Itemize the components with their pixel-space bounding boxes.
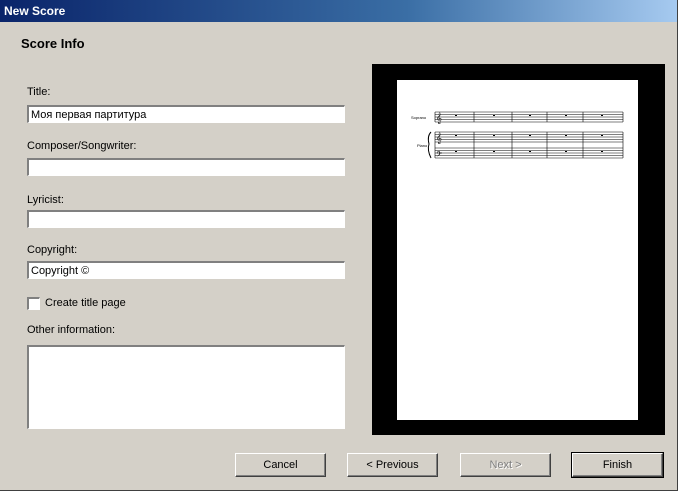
next-button[interactable]: Next > xyxy=(460,453,551,477)
treble-clef-icon: 𝄞 xyxy=(436,112,442,124)
header-band xyxy=(0,22,677,64)
other-info-textarea[interactable] xyxy=(27,345,345,429)
finish-button[interactable]: Finish xyxy=(571,452,664,478)
title-input[interactable] xyxy=(27,105,345,123)
title-label: Title: xyxy=(27,86,51,98)
window-title: New Score xyxy=(4,4,66,18)
create-title-page-label[interactable]: Create title page xyxy=(45,297,126,309)
previous-button[interactable]: < Previous xyxy=(347,453,438,477)
score-preview-page: Soprano 𝄞 Piano 𝄞 𝄢 xyxy=(397,80,638,420)
lyricist-input[interactable] xyxy=(27,210,345,228)
cancel-button[interactable]: Cancel xyxy=(235,453,326,477)
bass-clef-icon: 𝄢 xyxy=(436,150,442,161)
composer-label: Composer/Songwriter: xyxy=(27,140,137,152)
title-bar: New Score xyxy=(0,0,677,22)
page-heading: Score Info xyxy=(21,36,85,51)
piano-brace xyxy=(427,131,432,159)
score-preview-svg: Soprano 𝄞 Piano 𝄞 𝄢 xyxy=(411,111,624,161)
soprano-staff-label: Soprano xyxy=(411,115,427,120)
copyright-label: Copyright: xyxy=(27,244,78,256)
other-info-label: Other information: xyxy=(27,324,116,336)
piano-bass-staff xyxy=(435,147,623,159)
rests xyxy=(455,115,603,152)
treble-clef-icon: 𝄞 xyxy=(436,132,442,144)
copyright-input[interactable] xyxy=(27,261,345,279)
new-score-dialog: New Score Score Info Title: Composer/Son… xyxy=(0,0,678,491)
piano-staff-label: Piano xyxy=(417,143,428,148)
lyricist-label: Lyricist: xyxy=(27,194,64,206)
create-title-page-checkbox[interactable] xyxy=(27,297,40,310)
soprano-staff xyxy=(434,111,624,123)
composer-input[interactable] xyxy=(27,158,345,176)
